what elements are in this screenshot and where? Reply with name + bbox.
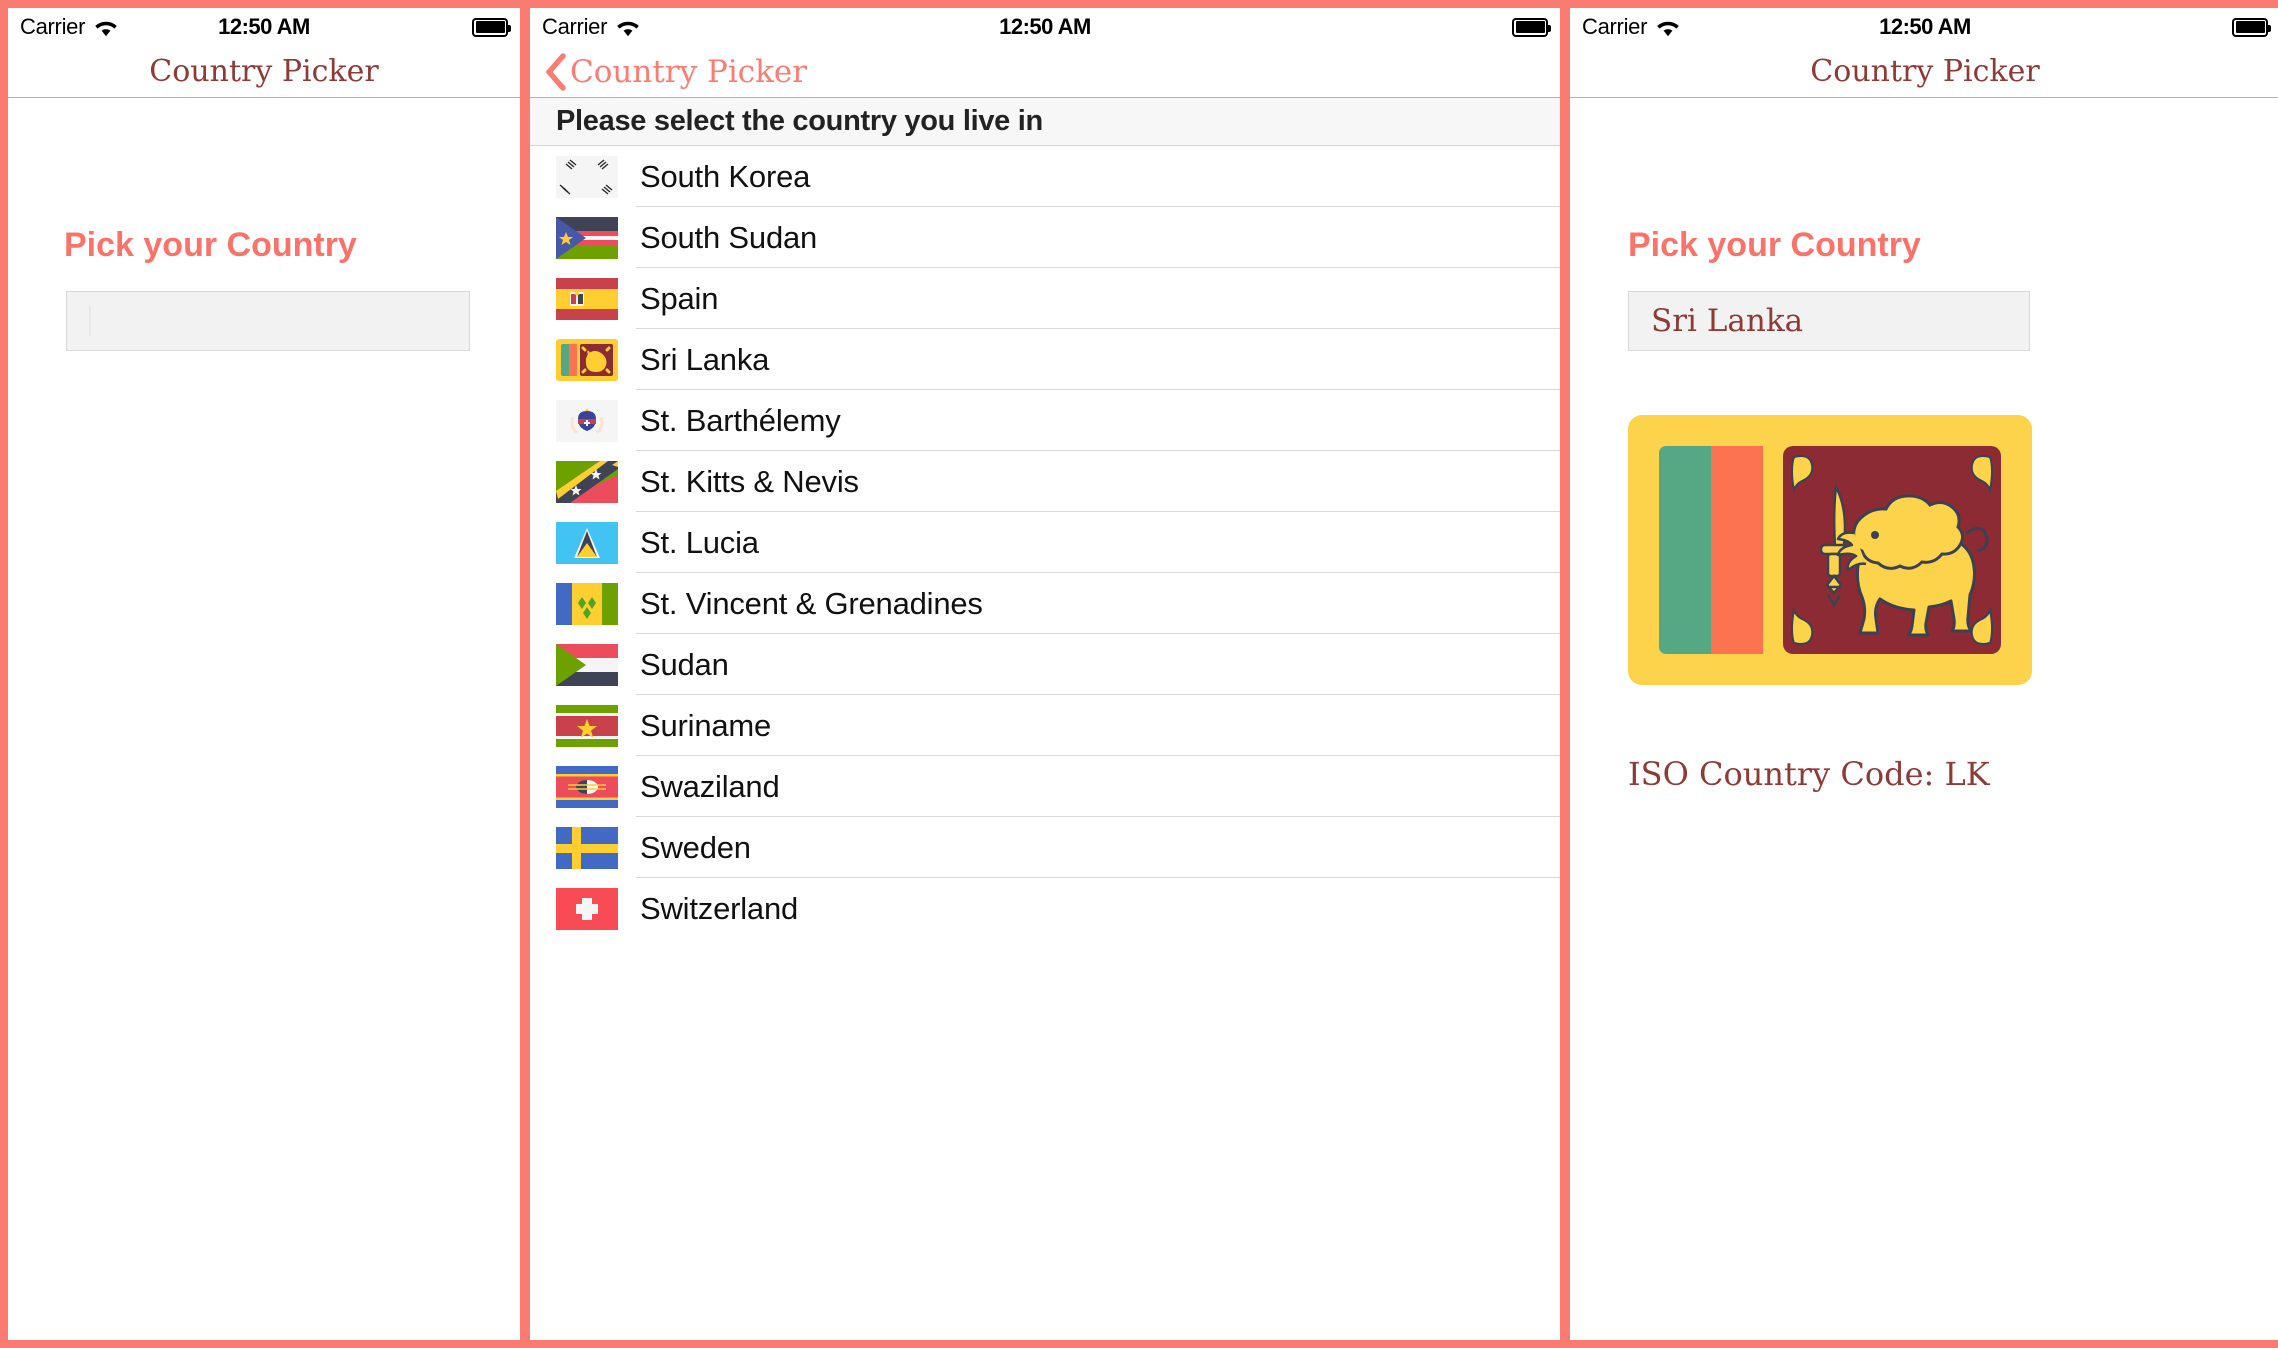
- list-item-label: St. Vincent & Grenadines: [640, 585, 983, 621]
- page-title: Country Picker: [1810, 54, 2040, 89]
- flag-sudan: [556, 643, 618, 686]
- list-item-label: St. Barthélemy: [640, 402, 841, 438]
- flag-switzerland: [556, 887, 618, 930]
- flag-st-barthelemy: [556, 399, 618, 442]
- pick-country-heading: Pick your Country: [1628, 226, 1921, 264]
- list-item-label: South Korea: [640, 158, 811, 194]
- status-bar-left: Carrier: [1582, 14, 1681, 40]
- flag-swaziland: [556, 765, 618, 808]
- status-bar-left: Carrier: [20, 14, 119, 40]
- list-item-label: Suriname: [640, 707, 772, 743]
- carrier-label: Carrier: [542, 14, 608, 39]
- status-bar-1: Carrier 12:50 AM: [8, 8, 520, 46]
- list-item[interactable]: Spain: [530, 268, 1560, 329]
- page-title: Country Picker: [149, 54, 379, 89]
- status-bar-right: [2232, 17, 2271, 37]
- wifi-icon: [1655, 18, 1681, 37]
- screen-body-1: Pick your Country: [8, 226, 520, 1340]
- country-input[interactable]: Sri Lanka: [1628, 291, 2030, 351]
- flag-spain: [556, 277, 618, 320]
- screen-body-2: Please select the country you live in So…: [530, 98, 1560, 1340]
- text-caret: [89, 306, 91, 336]
- list-item-label: St. Kitts & Nevis: [640, 463, 859, 499]
- list-item[interactable]: St. Lucia: [530, 512, 1560, 573]
- flag-south-sudan: [556, 216, 618, 259]
- list-item[interactable]: St. Kitts & Nevis: [530, 451, 1560, 512]
- status-bar-2: Carrier 12:50 AM: [530, 8, 1560, 46]
- pick-country-heading: Pick your Country: [64, 226, 357, 264]
- list-item-label: Sudan: [640, 646, 729, 682]
- country-input[interactable]: [66, 291, 470, 351]
- list-item[interactable]: Switzerland: [530, 878, 1560, 939]
- status-bar-right: [1512, 17, 1551, 37]
- flag-st-kitts-nevis: [556, 460, 618, 503]
- list-item-label: Sweden: [640, 829, 751, 865]
- screen-country-selected: Carrier 12:50 AM Country Picker Pick you…: [1570, 8, 2278, 1340]
- flag-south-korea: [556, 155, 618, 198]
- list-item-label: Switzerland: [640, 890, 799, 926]
- flag-st-lucia: [556, 521, 618, 564]
- status-bar-3: Carrier 12:50 AM: [1570, 8, 2278, 46]
- list-item-label: Spain: [640, 280, 719, 316]
- status-bar-left: Carrier: [542, 14, 641, 40]
- nav-bar-1: Country Picker: [8, 46, 520, 98]
- list-item-label: Sri Lanka: [640, 341, 770, 377]
- carrier-label: Carrier: [20, 14, 86, 39]
- back-button-label: Country Picker: [570, 53, 808, 90]
- battery-full-icon: [472, 17, 511, 37]
- list-item[interactable]: South Sudan: [530, 207, 1560, 268]
- list-item-label: South Sudan: [640, 219, 818, 255]
- list-section-header: Please select the country you live in: [530, 98, 1560, 146]
- flag-sweden: [556, 826, 618, 869]
- screen-country-picker-empty: Carrier 12:50 AM Country Picker Pick you…: [8, 8, 520, 1340]
- flag-suriname: [556, 704, 618, 747]
- battery-full-icon: [1512, 17, 1551, 37]
- list-item[interactable]: Sri Lanka: [530, 329, 1560, 390]
- status-bar-right: [472, 17, 511, 37]
- list-item[interactable]: Sweden: [530, 817, 1560, 878]
- nav-bar-2: Country Picker: [530, 46, 1560, 98]
- list-item[interactable]: South Korea: [530, 146, 1560, 207]
- screenshot-root: Carrier 12:50 AM Country Picker Pick you…: [0, 0, 2278, 1348]
- flag-sri-lanka: [556, 338, 618, 381]
- iso-country-code-label: ISO Country Code: LK: [1628, 755, 1990, 793]
- list-item[interactable]: Swaziland: [530, 756, 1560, 817]
- nav-bar-3: Country Picker: [1570, 46, 2278, 98]
- battery-full-icon: [2232, 17, 2271, 37]
- list-item[interactable]: Suriname: [530, 695, 1560, 756]
- screen-body-3: Pick your Country Sri Lanka ISO Country …: [1570, 226, 2278, 1340]
- wifi-icon: [93, 18, 119, 37]
- list-item-label: St. Lucia: [640, 524, 759, 560]
- back-button[interactable]: Country Picker: [544, 52, 808, 91]
- flag-sri-lanka-large: [1628, 415, 2278, 685]
- wifi-icon: [615, 18, 641, 37]
- flag-st-vincent-grenadines: [556, 582, 618, 625]
- list-item-label: Swaziland: [640, 768, 780, 804]
- list-item[interactable]: St. Barthélemy: [530, 390, 1560, 451]
- screen-country-list: Carrier 12:50 AM Country Picker Please s…: [530, 8, 1560, 1340]
- chevron-left-icon: [544, 52, 566, 91]
- carrier-label: Carrier: [1582, 14, 1648, 39]
- country-list[interactable]: South Korea South Sudan Spain Sri Lanka …: [530, 146, 1560, 939]
- list-item[interactable]: St. Vincent & Grenadines: [530, 573, 1560, 634]
- list-item[interactable]: Sudan: [530, 634, 1560, 695]
- clock-label: 12:50 AM: [999, 14, 1091, 39]
